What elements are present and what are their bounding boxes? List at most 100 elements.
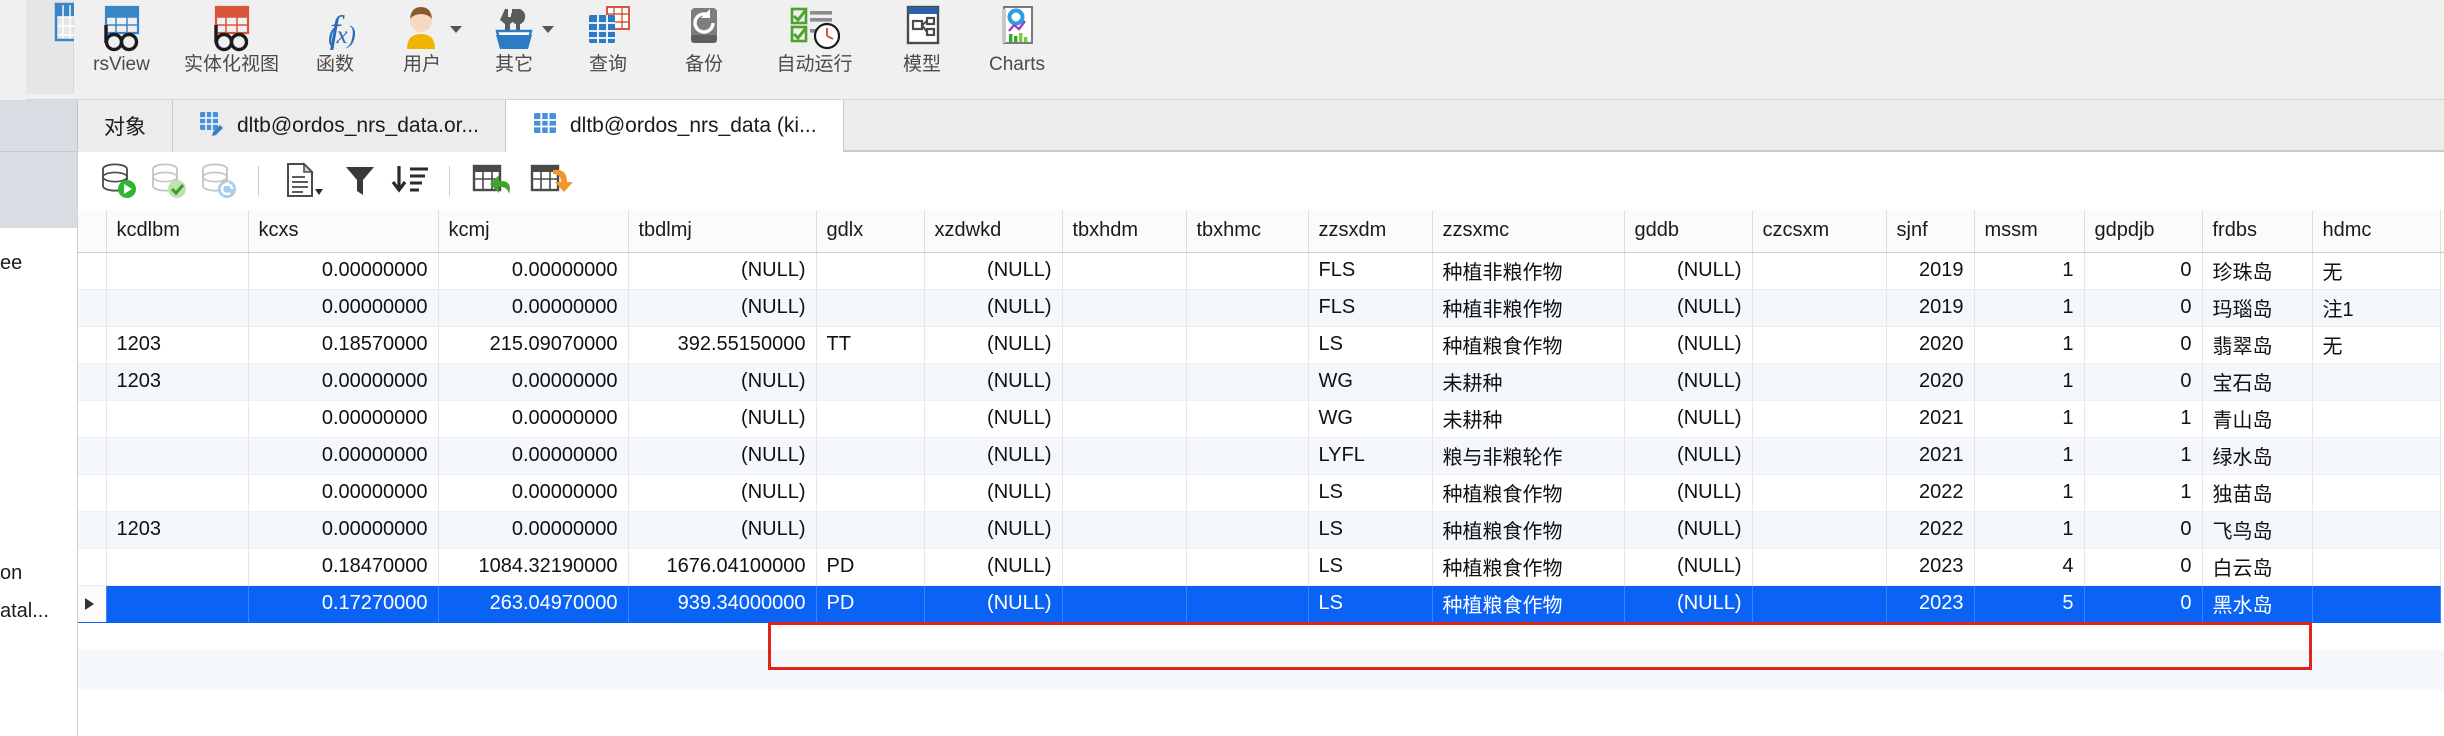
table-cell[interactable]: LS <box>1308 326 1433 364</box>
table-cell[interactable] <box>1062 252 1187 290</box>
table-cell[interactable]: 0.00000000 <box>438 474 629 512</box>
table-cell[interactable] <box>1062 363 1187 401</box>
table-cell[interactable]: PD <box>816 585 925 623</box>
table-cell[interactable] <box>1752 585 1887 623</box>
table-cell[interactable]: 2020 <box>1886 363 1975 401</box>
table-cell[interactable] <box>816 474 925 512</box>
column-header[interactable]: mssm <box>1974 210 2085 253</box>
rollback-button[interactable] <box>194 158 244 204</box>
table-cell[interactable] <box>1062 474 1187 512</box>
table-cell[interactable] <box>1186 363 1309 401</box>
ribbon-item-function[interactable]: f (x) 函数 <box>294 0 376 94</box>
table-cell[interactable] <box>2312 511 2441 549</box>
table-cell-null[interactable]: (NULL) <box>924 289 1063 327</box>
ribbon-item-other[interactable]: 其它 <box>468 0 560 94</box>
table-cell[interactable] <box>1752 289 1887 327</box>
table-cell[interactable]: 1 <box>2084 437 2203 475</box>
table-cell[interactable]: 无 <box>2312 252 2441 290</box>
table-cell[interactable]: 0.18470000 <box>248 548 439 586</box>
table-cell[interactable] <box>1062 400 1187 438</box>
column-header[interactable]: kcmj <box>438 210 629 253</box>
table-cell[interactable]: 1676.04100000 <box>628 548 817 586</box>
row-selector-cell[interactable] <box>78 511 107 549</box>
table-cell[interactable]: 0.00000000 <box>438 437 629 475</box>
row-selector-cell[interactable] <box>78 289 107 327</box>
column-header[interactable]: gddb <box>1624 210 1753 253</box>
table-cell[interactable] <box>1062 289 1187 327</box>
table-cell-null[interactable]: (NULL) <box>628 289 817 327</box>
row-selector-cell[interactable] <box>78 474 107 512</box>
table-cell[interactable]: 2021 <box>1886 437 1975 475</box>
table-cell[interactable]: 0.00000000 <box>438 400 629 438</box>
table-cell[interactable] <box>2312 585 2441 623</box>
table-cell[interactable]: 未耕种 <box>1432 363 1625 401</box>
table-cell[interactable]: 2022 <box>1886 511 1975 549</box>
table-cell[interactable]: 1 <box>1974 400 2085 438</box>
table-cell[interactable] <box>2312 363 2441 401</box>
row-selector-cell[interactable] <box>78 585 107 623</box>
table-cell-null[interactable]: (NULL) <box>1624 400 1753 438</box>
table-row[interactable]: 0.00000000 0.00000000 (NULL) (NULL) LYFL 粮与非粮… <box>78 437 2444 475</box>
table-cell[interactable]: 绿水岛 <box>2202 437 2313 475</box>
ribbon-item-materialized-view[interactable]: 实体化视图 <box>169 0 294 94</box>
tab-objects[interactable]: 对象 <box>78 100 173 152</box>
table-cell[interactable] <box>1752 363 1887 401</box>
table-cell[interactable] <box>106 289 249 327</box>
table-cell[interactable]: FLS <box>1308 252 1433 290</box>
table-cell[interactable] <box>1186 511 1309 549</box>
table-cell[interactable] <box>816 400 925 438</box>
table-cell[interactable]: 1 <box>1974 289 2085 327</box>
table-cell[interactable]: 0.00000000 <box>248 511 439 549</box>
table-cell[interactable]: 2023 <box>1886 585 1975 623</box>
table-cell-null[interactable]: (NULL) <box>924 400 1063 438</box>
column-header[interactable]: gdpdjb <box>2084 210 2203 253</box>
row-selector-cell[interactable] <box>78 363 107 401</box>
table-cell[interactable] <box>1186 326 1309 364</box>
table-row[interactable]: 0.00000000 0.00000000 (NULL) (NULL) FLS 种植非粮作… <box>78 289 2444 327</box>
table-cell[interactable]: 1 <box>2084 400 2203 438</box>
column-header[interactable]: zzsxdm <box>1308 210 1433 253</box>
table-cell[interactable] <box>2312 437 2441 475</box>
table-cell[interactable] <box>1752 400 1887 438</box>
table-cell[interactable]: 5 <box>1974 585 2085 623</box>
tab-dltb-designer[interactable]: dltb@ordos_nrs_data.or... <box>173 100 506 152</box>
table-cell[interactable]: 2019 <box>1886 289 1975 327</box>
table-cell[interactable] <box>1186 585 1309 623</box>
table-cell-null[interactable]: (NULL) <box>628 400 817 438</box>
column-header[interactable]: tbdlmj <box>628 210 817 253</box>
table-cell[interactable]: 0.18570000 <box>248 326 439 364</box>
table-cell[interactable] <box>1186 437 1309 475</box>
table-cell[interactable] <box>816 289 925 327</box>
table-cell[interactable]: 种植非粮作物 <box>1432 289 1625 327</box>
ribbon-item-rsview[interactable]: rsView <box>74 0 169 94</box>
table-cell[interactable]: 0 <box>2084 585 2203 623</box>
table-cell-null[interactable]: (NULL) <box>924 474 1063 512</box>
table-cell[interactable]: 种植粮食作物 <box>1432 585 1625 623</box>
table-cell[interactable]: 1203 <box>106 363 249 401</box>
table-cell-null[interactable]: (NULL) <box>924 326 1063 364</box>
table-cell[interactable]: 翡翠岛 <box>2202 326 2313 364</box>
table-cell[interactable]: 2022 <box>1886 474 1975 512</box>
table-cell-null[interactable]: (NULL) <box>924 548 1063 586</box>
column-header[interactable]: xzdwkd <box>924 210 1063 253</box>
table-cell[interactable]: 939.34000000 <box>628 585 817 623</box>
table-cell[interactable] <box>816 363 925 401</box>
table-cell[interactable] <box>1752 511 1887 549</box>
table-cell[interactable] <box>1062 326 1187 364</box>
table-cell[interactable]: 0.00000000 <box>438 363 629 401</box>
table-cell[interactable]: 0.00000000 <box>248 400 439 438</box>
table-cell[interactable]: 0.00000000 <box>248 289 439 327</box>
table-cell[interactable]: 1 <box>1974 363 2085 401</box>
commit-button[interactable] <box>144 158 194 204</box>
table-row[interactable]: 0.00000000 0.00000000 (NULL) (NULL) WG 未耕种 (NU… <box>78 400 2444 438</box>
table-cell[interactable]: LS <box>1308 548 1433 586</box>
table-cell[interactable]: 无 <box>2312 326 2441 364</box>
table-cell[interactable] <box>1062 437 1187 475</box>
row-selector-cell[interactable] <box>78 326 107 364</box>
table-cell[interactable] <box>1186 289 1309 327</box>
sidebar-fragment-2[interactable]: on <box>0 562 22 585</box>
table-cell[interactable]: 黑水岛 <box>2202 585 2313 623</box>
table-cell-null[interactable]: (NULL) <box>1624 548 1753 586</box>
table-cell[interactable]: 1 <box>1974 326 2085 364</box>
table-cell[interactable]: 粮与非粮轮作 <box>1432 437 1625 475</box>
